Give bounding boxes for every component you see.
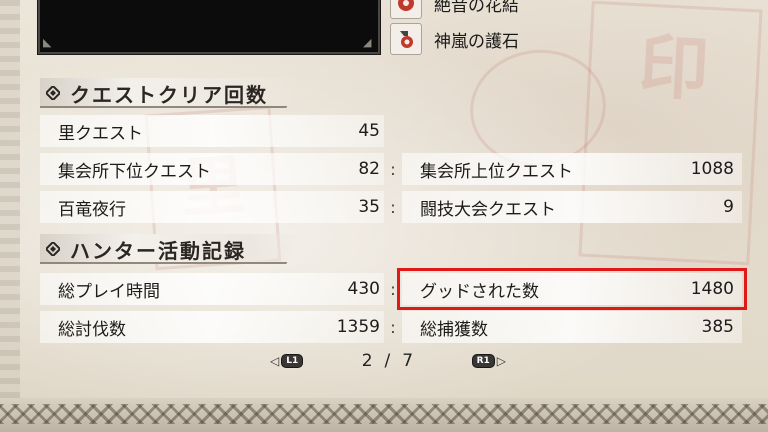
stat-row: 里クエスト 45 — [40, 112, 742, 150]
next-page-button[interactable]: R1 ▷ — [471, 354, 506, 368]
stat-label: 総プレイ時間 — [58, 281, 160, 302]
chevron-right-icon: ▷ — [496, 354, 506, 368]
stat-value: 1359 — [336, 317, 380, 337]
section-title: クエストクリア回数 — [70, 82, 268, 107]
section-header-quest-clears: クエストクリア回数 — [40, 78, 302, 108]
r1-button-icon: R1 — [471, 354, 495, 368]
stat-value: 385 — [701, 317, 734, 337]
section-title: ハンター活動記録 — [70, 238, 246, 263]
info-panel: ◣ ◢ — [38, 0, 380, 54]
stat-cell: 集会所下位クエスト 82 — [40, 153, 384, 185]
colon-separator: : — [390, 197, 396, 217]
total-pages: 7 — [402, 351, 414, 371]
border-pattern — [0, 404, 768, 424]
corner-ornament-icon: ◢ — [363, 36, 372, 49]
l1-button-icon: L1 — [281, 354, 304, 368]
charm-talisman-icon — [390, 23, 422, 55]
corner-ornament-icon: ◣ — [43, 36, 52, 49]
stat-value: 1480 — [690, 279, 734, 299]
stat-row: 百竜夜行 35 : 闘技大会クエスト 9 — [40, 188, 742, 226]
stat-label: 闘技大会クエスト — [420, 199, 556, 220]
page-indicator: 2 / 7 — [362, 351, 413, 371]
stat-cell: 百竜夜行 35 — [40, 191, 384, 223]
stat-label: 集会所下位クエスト — [58, 161, 211, 182]
stat-value: 35 — [358, 197, 380, 217]
stat-value: 1088 — [690, 159, 734, 179]
pager: ◁ L1 2 / 7 R1 ▷ — [270, 350, 506, 372]
ornamental-edge — [0, 0, 20, 432]
divider — [40, 106, 302, 108]
stat-row: 総プレイ時間 430 : グッドされた数 1480 — [40, 268, 747, 310]
stat-label: 総捕獲数 — [420, 319, 488, 340]
section-header-hunter-records: ハンター活動記録 — [40, 234, 302, 264]
chevron-left-icon: ◁ — [270, 354, 280, 368]
equipment-item-label: 神嵐の護石 — [434, 31, 519, 52]
equipment-item[interactable]: 神嵐の護石 — [390, 23, 519, 55]
divider — [40, 262, 302, 264]
colon-separator: : — [390, 317, 396, 337]
stat-label: 総討伐数 — [58, 319, 126, 340]
flower-knot-icon — [390, 0, 422, 19]
equipment-item-label: 絶音の花結 — [434, 0, 519, 16]
stat-cell: 総討伐数 1359 — [40, 311, 384, 343]
stat-cell: 集会所上位クエスト 1088 — [402, 153, 742, 185]
stat-cell: 総プレイ時間 430 — [40, 273, 384, 305]
stat-label: 里クエスト — [58, 123, 143, 144]
stat-cell: 総捕獲数 385 — [402, 311, 742, 343]
prev-page-button[interactable]: ◁ L1 — [270, 354, 304, 368]
page-separator: / — [384, 351, 391, 371]
stat-label: 集会所上位クエスト — [420, 161, 573, 182]
stat-cell: 里クエスト 45 — [40, 115, 384, 147]
colon-separator: : — [390, 159, 396, 179]
equipment-item[interactable]: 絶音の花結 — [390, 0, 519, 19]
diamond-icon — [46, 242, 60, 256]
stat-value: 45 — [358, 121, 380, 141]
diamond-icon — [46, 86, 60, 100]
stat-value: 82 — [358, 159, 380, 179]
stat-value: 430 — [347, 279, 380, 299]
stat-value: 9 — [723, 197, 734, 217]
current-page: 2 — [361, 351, 373, 371]
stat-cell-highlighted: グッドされた数 1480 — [397, 268, 747, 310]
colon-separator: : — [390, 279, 396, 299]
stat-cell: 闘技大会クエスト 9 — [402, 191, 742, 223]
decorative-border — [0, 398, 768, 432]
stat-label: 百竜夜行 — [58, 199, 126, 220]
stat-row: 集会所下位クエスト 82 : 集会所上位クエスト 1088 — [40, 150, 742, 188]
stat-label: グッドされた数 — [420, 281, 539, 302]
stat-row: 総討伐数 1359 : 総捕獲数 385 — [40, 308, 742, 346]
